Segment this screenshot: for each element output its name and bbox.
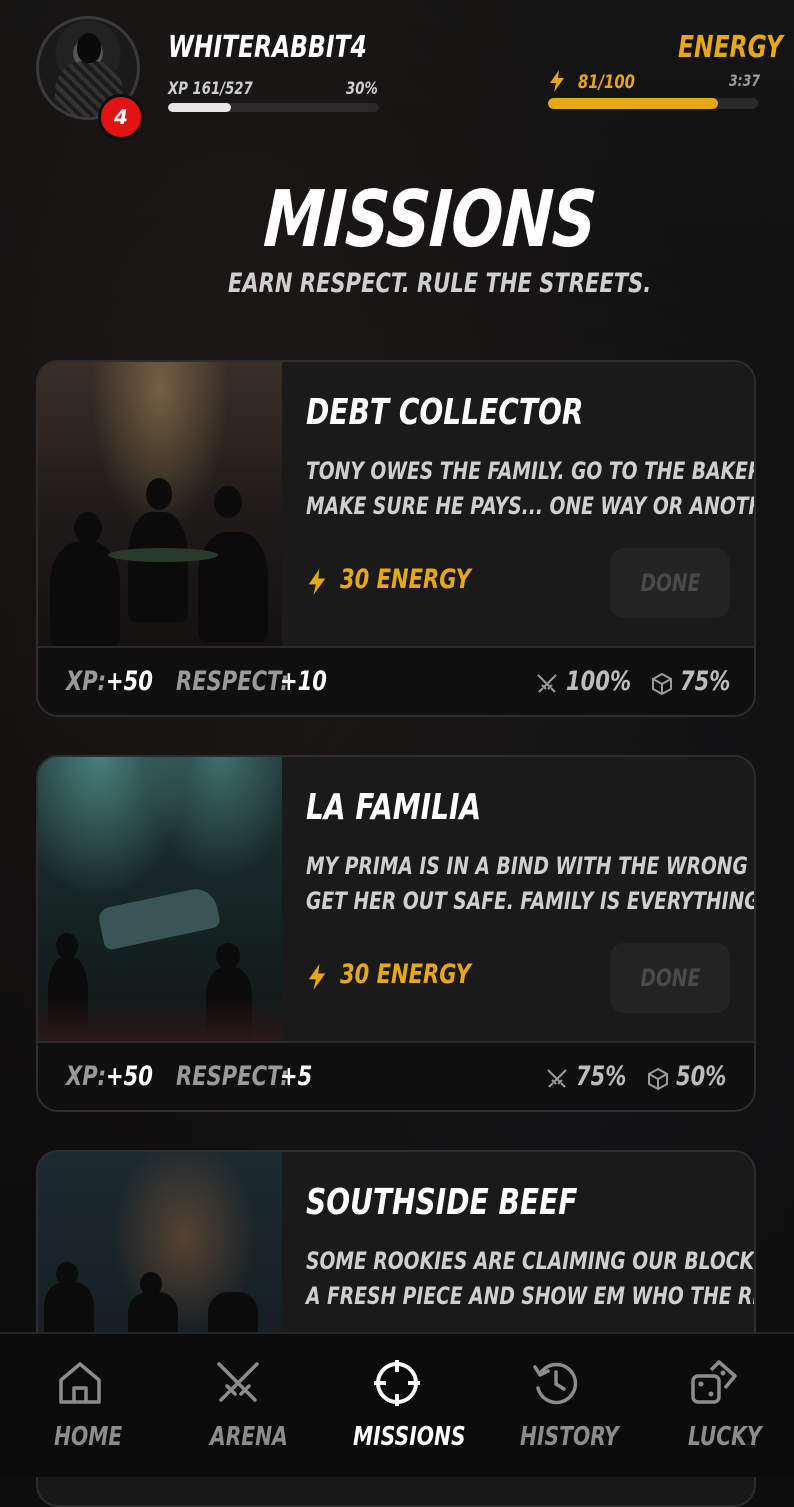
mission-image (38, 362, 282, 646)
scene-figure-head (56, 1262, 78, 1286)
mission-title: DEBT COLLECTOR (306, 392, 584, 433)
scene-figure-head (74, 512, 102, 544)
nav-item-history[interactable]: HISTORY (476, 1334, 636, 1477)
respect-reward-label: RESPECT: (176, 1061, 289, 1092)
mission-rewards: XP: +50 RESPECT: +5 75% 50% (38, 1041, 754, 1110)
energy-progress-bar (548, 98, 758, 109)
scene-figure (128, 512, 188, 622)
nav-item-lucky[interactable]: LUCKY (634, 1334, 794, 1477)
mission-description: SOME ROOKIES ARE CLAIMING OUR BLOCK. DRO… (306, 1244, 756, 1314)
lightning-icon (308, 569, 326, 595)
loot-chance: 50% (676, 1061, 727, 1092)
done-button[interactable]: DONE (610, 548, 730, 618)
energy-title: ENERGY (678, 30, 783, 65)
nav-label: ARENA (210, 1422, 288, 1452)
history-icon (533, 1362, 578, 1405)
xp-label: XP 161/527 (168, 79, 253, 99)
nav-label: LUCKY (688, 1422, 762, 1452)
combat-chance: 100% (566, 666, 632, 697)
mission-image (38, 757, 282, 1041)
mission-description: MY PRIMA IS IN A BIND WITH THE WRONG CRE… (306, 849, 756, 919)
mission-cost: 30 ENERGY (340, 959, 471, 990)
xp-progress-bar (168, 103, 379, 112)
box-icon (648, 1067, 668, 1091)
mission-description-line: SOME ROOKIES ARE CLAIMING OUR BLOCK. DRO… (306, 1247, 756, 1275)
scene-car (96, 885, 222, 951)
scene-street (38, 997, 282, 1041)
scene-figure (50, 542, 120, 646)
done-button[interactable]: DONE (610, 943, 730, 1013)
done-button-label: DONE (640, 964, 700, 992)
bottom-nav: HOME ARENA MISSIONS HISTORY LUCKY (0, 1332, 794, 1477)
mission-description: TONY OWES THE FAMILY. GO TO THE BAKERY A… (306, 454, 756, 524)
box-icon (652, 672, 672, 696)
lightning-icon (308, 964, 326, 990)
lightning-icon (550, 70, 564, 92)
respect-reward-label: RESPECT: (176, 666, 289, 697)
energy-progress-fill (548, 98, 719, 109)
xp-reward-value: +50 (106, 1061, 153, 1092)
mission-description-line: MAKE SURE HE PAYS... ONE WAY OR ANOTHER. (306, 492, 756, 520)
scene-figure (198, 532, 268, 642)
scene-figure-head (140, 1272, 162, 1296)
done-button-label: DONE (640, 569, 700, 597)
xp-percent: 30% (346, 79, 378, 99)
mission-card[interactable]: LA FAMILIA MY PRIMA IS IN A BIND WITH TH… (36, 755, 756, 1112)
scene-table (108, 548, 218, 562)
mission-title: SOUTHSIDE BEEF (306, 1182, 578, 1223)
username: WHITERABBIT4 (168, 30, 367, 65)
scene-figure-head (216, 943, 240, 969)
nav-item-arena[interactable]: ARENA (158, 1334, 318, 1477)
crossed-swords-icon (547, 1069, 567, 1088)
mission-description-line: MY PRIMA IS IN A BIND WITH THE WRONG CRE… (306, 852, 754, 880)
respect-reward-value: +5 (280, 1061, 313, 1092)
mission-scene-art (38, 757, 282, 1041)
home-icon (59, 1362, 101, 1404)
scene-figure-head (214, 486, 242, 518)
nav-item-home[interactable]: HOME (0, 1334, 160, 1477)
page-title: MISSIONS (261, 175, 598, 265)
energy-value: 81/100 (578, 71, 635, 93)
dice-icon (691, 1360, 737, 1404)
player-avatar-area[interactable]: 4 (36, 16, 144, 140)
crosshair-icon (374, 1360, 420, 1406)
nav-item-missions[interactable]: MISSIONS (317, 1334, 477, 1477)
mission-description-line: GET HER OUT SAFE. FAMILY IS EVERYTHING. (306, 887, 756, 915)
scene-figure-head (56, 933, 78, 959)
page-subtitle: EARN RESPECT. RULE THE STREETS. (228, 268, 652, 299)
loot-chance: 75% (680, 666, 731, 697)
mission-scene-art (38, 362, 282, 646)
nav-label: MISSIONS (353, 1422, 466, 1452)
mission-cost: 30 ENERGY (340, 564, 471, 595)
nav-label: HOME (54, 1422, 123, 1452)
combat-chance: 75% (576, 1061, 627, 1092)
avatar-figure-head (77, 33, 101, 63)
mission-description-line: TONY OWES THE FAMILY. GO TO THE BAKERY A… (306, 457, 754, 485)
crossed-swords-icon (537, 674, 557, 693)
crossed-swords-icon (217, 1362, 259, 1402)
xp-reward-label: XP: (66, 1061, 107, 1092)
xp-progress-fill (168, 103, 232, 112)
xp-reward-label: XP: (66, 666, 107, 697)
mission-description-line: A FRESH PIECE AND SHOW EM WHO THE REAL..… (306, 1282, 754, 1310)
scene-figure-head (146, 478, 172, 510)
respect-reward-value: +10 (280, 666, 327, 697)
mission-title: LA FAMILIA (306, 787, 482, 828)
nav-label: HISTORY (520, 1422, 619, 1452)
mission-rewards: XP: +50 RESPECT: +10 100% 75% (38, 646, 754, 715)
level-badge: 4 (98, 94, 144, 140)
mission-card[interactable]: DEBT COLLECTOR TONY OWES THE FAMILY. GO … (36, 360, 756, 717)
xp-reward-value: +50 (106, 666, 153, 697)
energy-timer: 3:37 (729, 71, 761, 90)
